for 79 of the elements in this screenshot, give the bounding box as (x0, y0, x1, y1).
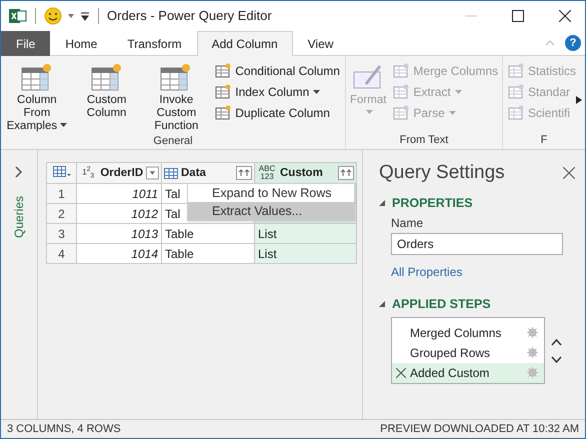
table-icon (164, 168, 178, 178)
ribbon-button[interactable]: Invoke Custom Function (142, 60, 210, 135)
section-heading: APPLIED STEPS (392, 297, 491, 311)
ribbon-tab[interactable]: Add Column (196, 31, 293, 56)
table-icon (90, 62, 123, 92)
ribbon-tab[interactable]: View (292, 31, 348, 56)
delete-icon[interactable] (396, 368, 406, 378)
scroll-right-icon[interactable] (576, 96, 582, 104)
group-label: F (540, 134, 548, 148)
status-text: PREVIEW DOWNLOADED AT 10:32 AM (380, 423, 579, 435)
help-icon[interactable]: ? (565, 34, 581, 50)
column-header[interactable]: Data (162, 162, 254, 184)
column-icon (508, 105, 524, 121)
collapse-icon[interactable] (379, 301, 385, 307)
step-item[interactable]: Grouped Rows (392, 343, 544, 363)
all-properties-link[interactable]: All Properties (391, 265, 462, 279)
table-cell: 1013 (76, 224, 162, 244)
row-number: 2 (46, 204, 76, 224)
close-icon[interactable] (559, 10, 571, 22)
column-icon (215, 84, 232, 100)
ribbon-button[interactable]: Conditional Column (212, 62, 343, 80)
filter-button-icon[interactable] (146, 166, 159, 180)
column-icon (393, 84, 410, 100)
ribbon-tab[interactable]: Home (50, 31, 112, 56)
table-icon (20, 62, 53, 92)
table-cell: 1011 (76, 184, 162, 204)
table-cell: List (254, 224, 356, 244)
group-label: General (152, 135, 194, 149)
ribbon-button[interactable]: Column From Examples (3, 60, 71, 135)
caret-icon (454, 90, 462, 94)
expand-column-icon[interactable] (338, 166, 354, 180)
ribbon-button[interactable]: Duplicate Column (212, 104, 343, 122)
queries-label[interactable]: Queries (12, 192, 26, 242)
caret-icon (60, 123, 68, 128)
row-number: 4 (46, 244, 76, 264)
row-number: 1 (46, 184, 76, 204)
file-tab[interactable]: File (1, 31, 50, 56)
row-number: 3 (46, 224, 76, 244)
ribbon-button[interactable]: Index Column (212, 83, 343, 101)
column-icon (508, 63, 524, 79)
step-item[interactable]: Merged Columns (392, 323, 544, 343)
excel-icon (9, 6, 27, 24)
smiley-icon[interactable] (44, 6, 62, 24)
column-icon (393, 63, 410, 79)
table-cell: 1014 (76, 244, 162, 264)
status-text: 3 COLUMNS, 4 ROWS (7, 423, 121, 435)
expand-icon[interactable] (15, 166, 23, 178)
window-title: Orders - Power Query Editor (107, 8, 272, 23)
maximize-icon[interactable] (512, 10, 524, 22)
caret-icon (313, 90, 320, 94)
section-heading: PROPERTIES (392, 196, 473, 210)
table-menu-icon[interactable] (52, 166, 70, 178)
table-cell: 1012 (76, 204, 162, 224)
customize-icon[interactable] (80, 10, 90, 20)
column-icon (215, 63, 232, 79)
type-label: ABC 123 (258, 165, 276, 181)
table-cell: Table (162, 244, 254, 264)
step-item[interactable]: Added Custom (392, 363, 544, 383)
field-label: Name (391, 216, 424, 230)
column-header[interactable]: 1$^{2}$$_{3}$ OrderID (76, 162, 162, 184)
menu-item[interactable]: Extract Values... (188, 202, 354, 220)
caret-icon (366, 110, 374, 116)
move-up-icon[interactable] (551, 338, 562, 346)
move-down-icon[interactable] (551, 356, 562, 362)
table-cell: Table (162, 224, 254, 244)
column-icon (508, 84, 524, 100)
caret-icon (448, 110, 456, 116)
column-icon (215, 105, 232, 121)
ribbon-button[interactable]: Custom Column (72, 60, 140, 135)
name-field[interactable]: Orders (391, 233, 563, 255)
ribbon-tab[interactable]: Transform (112, 31, 197, 56)
caret-icon[interactable] (67, 12, 75, 18)
collapse-icon[interactable] (379, 200, 385, 206)
table-cell: List (254, 244, 356, 264)
expand-column-icon[interactable] (236, 166, 252, 180)
column-icon (393, 105, 410, 121)
pane-title: Query Settings (379, 162, 505, 184)
table-icon (160, 62, 192, 92)
group-label: From Text (398, 134, 450, 148)
